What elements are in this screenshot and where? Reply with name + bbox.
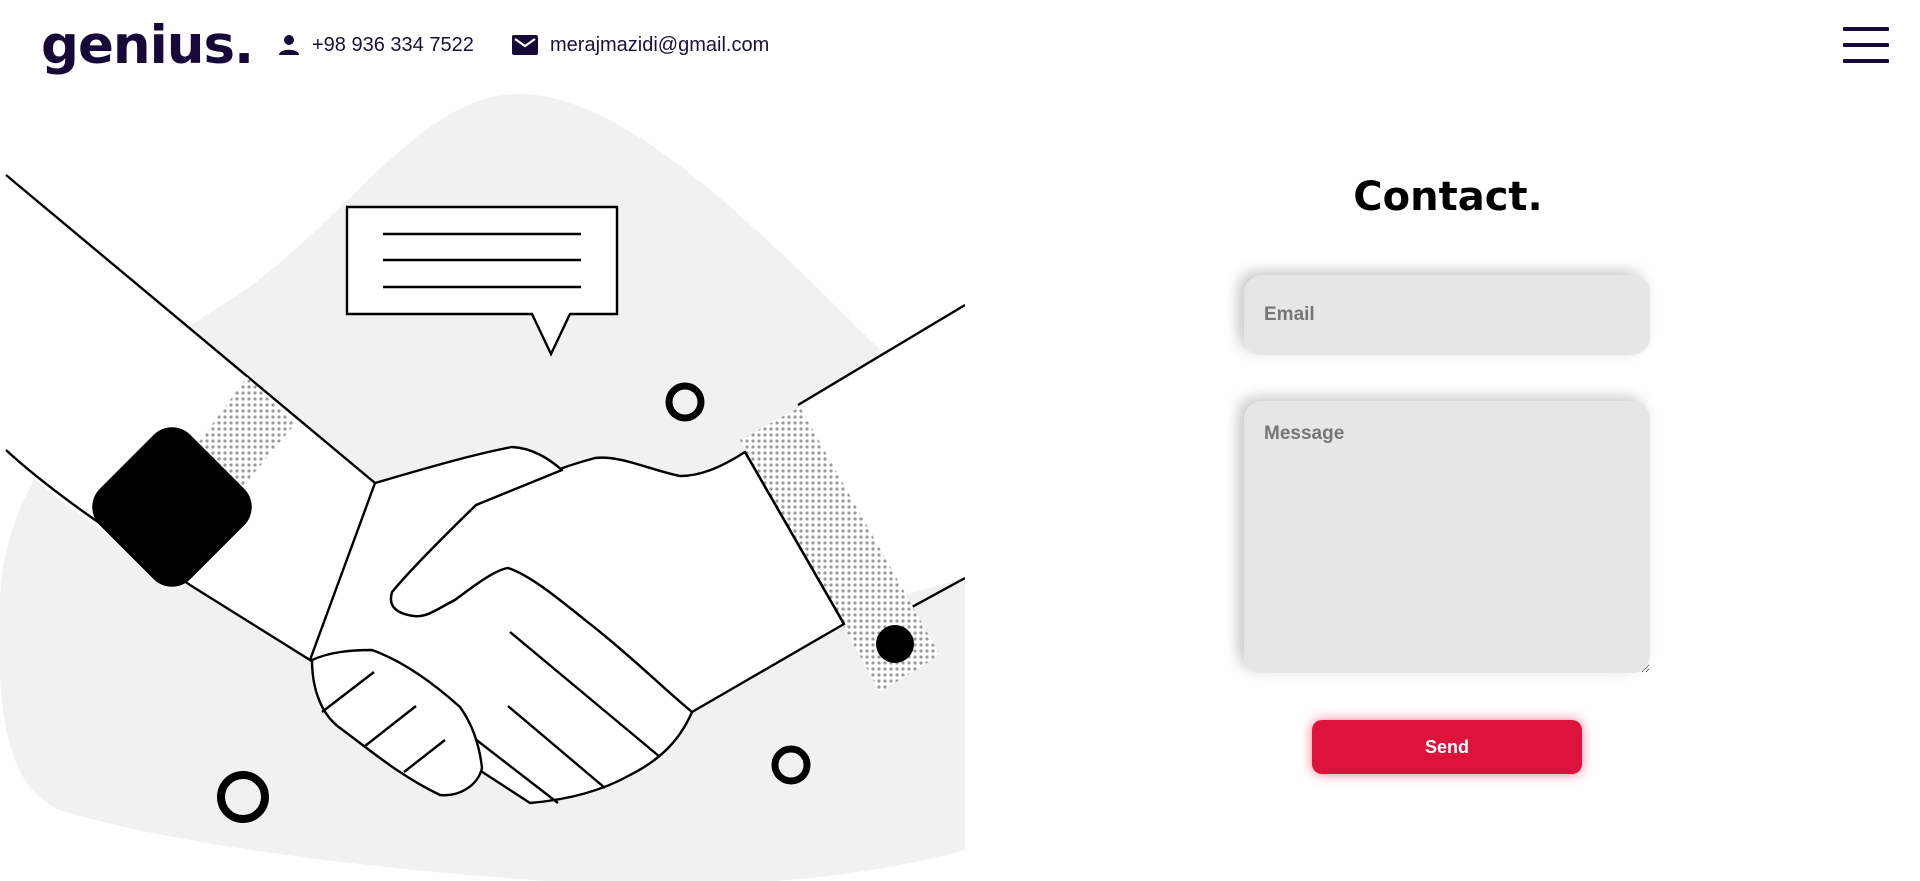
handshake-svg [0, 93, 965, 881]
hamburger-menu-icon[interactable] [1843, 25, 1891, 65]
logo[interactable]: genius. [41, 14, 254, 78]
envelope-icon [512, 35, 538, 55]
person-icon [279, 35, 299, 55]
phone-number: +98 936 334 7522 [312, 33, 474, 56]
email-address: merajmazidi@gmail.com [550, 33, 770, 56]
contact-title: Contact. [1353, 174, 1543, 220]
site-header: genius. +98 936 334 7522 merajmazidi@gma… [0, 0, 1920, 90]
message-field[interactable] [1244, 401, 1650, 673]
cufflink-icon [876, 625, 914, 663]
header-phone[interactable]: +98 936 334 7522 [278, 30, 474, 60]
send-button[interactable]: Send [1312, 720, 1582, 774]
header-email[interactable]: merajmazidi@gmail.com [512, 30, 769, 60]
email-field[interactable] [1244, 275, 1650, 355]
handshake-illustration [0, 90, 965, 881]
